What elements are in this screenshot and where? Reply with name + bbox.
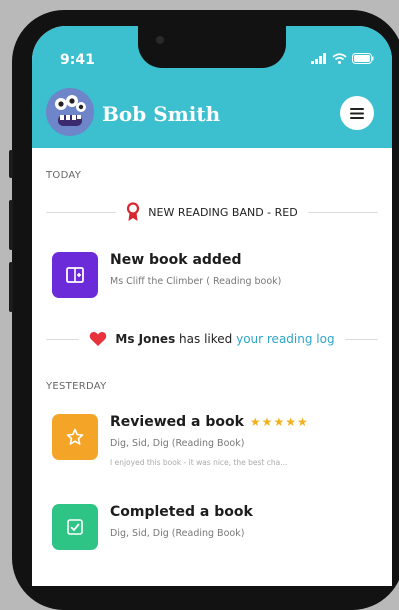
new-book-title: New book added [110, 252, 242, 268]
reading-band-text: NEW READING BAND - RED [148, 205, 298, 219]
reviewed-title: Reviewed a book [110, 414, 244, 430]
section-yesterday-label: YESTERDAY [46, 381, 107, 392]
completed-title: Completed a book [110, 504, 253, 520]
feed-item-new-book[interactable]: New book added Ms Cliff the Climber ( Re… [52, 252, 382, 298]
app-header: 9:41 Bob Smith [32, 26, 392, 148]
rating-stars: ★★★★★ [249, 415, 309, 429]
completed-icon-box [52, 504, 98, 550]
status-icons [311, 53, 374, 64]
section-today-label: TODAY [46, 170, 82, 181]
signal-icon [311, 53, 326, 64]
book-plus-icon [66, 267, 84, 283]
battery-icon [352, 53, 374, 64]
phone-volume-down-button [9, 262, 13, 312]
award-ribbon-icon [127, 202, 140, 221]
checkmark-icon [67, 519, 83, 535]
reading-band-divider: NEW READING BAND - RED [46, 202, 378, 222]
monster-avatar-icon [46, 88, 94, 136]
phone-notch [138, 26, 286, 68]
feed-item-reviewed[interactable]: Reviewed a book ★★★★★ Dig, Sid, Dig (Rea… [52, 414, 382, 467]
reviewed-icon-box [52, 414, 98, 460]
reviewed-subtitle: Dig, Sid, Dig (Reading Book) [110, 438, 245, 449]
heart-icon [90, 332, 107, 346]
like-action: has liked [179, 332, 233, 346]
app-screen: 9:41 Bob Smith TODAY NEW READING BAND - … [32, 26, 392, 586]
like-person: Ms Jones [115, 332, 176, 346]
like-divider: Ms Jones has liked your reading log [46, 331, 378, 347]
completed-subtitle: Dig, Sid, Dig (Reading Book) [110, 528, 245, 539]
reading-log-link[interactable]: your reading log [236, 332, 334, 346]
review-snippet: I enjoyed this book - it was nice, the b… [110, 458, 288, 467]
user-name: Bob Smith [102, 102, 221, 126]
phone-volume-up-button [9, 200, 13, 250]
menu-button[interactable] [340, 96, 374, 130]
hamburger-menu-icon [350, 107, 364, 119]
new-book-icon-box [52, 252, 98, 298]
star-icon [66, 428, 84, 445]
phone-side-button [9, 150, 13, 178]
feed-item-completed[interactable]: Completed a book Dig, Sid, Dig (Reading … [52, 504, 382, 550]
avatar[interactable] [46, 88, 94, 136]
status-time: 9:41 [60, 52, 95, 68]
wifi-icon [332, 53, 347, 64]
new-book-subtitle: Ms Cliff the Climber ( Reading book) [110, 276, 282, 287]
